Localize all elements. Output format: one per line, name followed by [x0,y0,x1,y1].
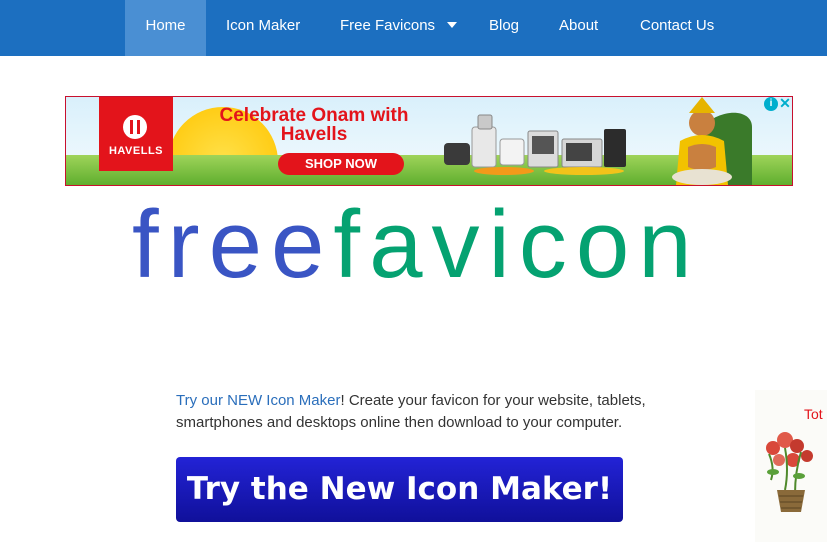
nav-contact-us-label: Contact Us [640,17,715,34]
ad-banner[interactable]: HAVELLS Celebrate Onam with Havells SHOP… [65,96,793,186]
havells-logo-icon [123,115,147,139]
ad-headline: Celebrate Onam with Havells [219,105,409,145]
top-navigation: Home Icon Maker Free Favicons Blog About… [0,0,827,56]
close-icon[interactable]: ✕ [778,97,792,110]
info-icon[interactable]: i [764,97,778,111]
havells-logo: HAVELLS [99,97,173,171]
nav-icon-maker-label: Icon Maker [226,17,301,34]
nav-free-favicons-label: Free Favicons [340,17,436,34]
intro-paragraph: Try our NEW Icon Maker! Create your favi… [176,390,736,434]
nav-blog-label: Blog [489,17,520,34]
flower-basket-image [766,432,813,512]
chevron-down-icon [447,22,458,28]
appliances-image [444,114,626,175]
nav-home[interactable]: Home [125,0,206,56]
nav-home-label: Home [145,17,186,34]
try-icon-maker-button[interactable]: Try the New Icon Maker! [176,457,623,522]
nav-about-label: About [559,17,599,34]
icon-maker-link[interactable]: Try our NEW Icon Maker [176,392,340,409]
nav-icon-maker[interactable]: Icon Maker [226,0,300,56]
shop-now-button[interactable]: SHOP NOW [278,153,404,175]
nav-free-favicons[interactable]: Free Favicons [340,0,458,56]
side-ad[interactable]: Tot [755,390,827,542]
logo-part-free: free [132,191,334,298]
site-logo[interactable]: freefavicon [132,190,701,300]
nav-blog[interactable]: Blog [489,0,519,56]
havells-logo-text: HAVELLS [108,145,164,157]
nav-contact-us[interactable]: Contact Us [640,0,714,56]
logo-part-favicon: favicon [333,191,701,298]
nav-about[interactable]: About [559,0,598,56]
king-figure-image [672,97,752,185]
